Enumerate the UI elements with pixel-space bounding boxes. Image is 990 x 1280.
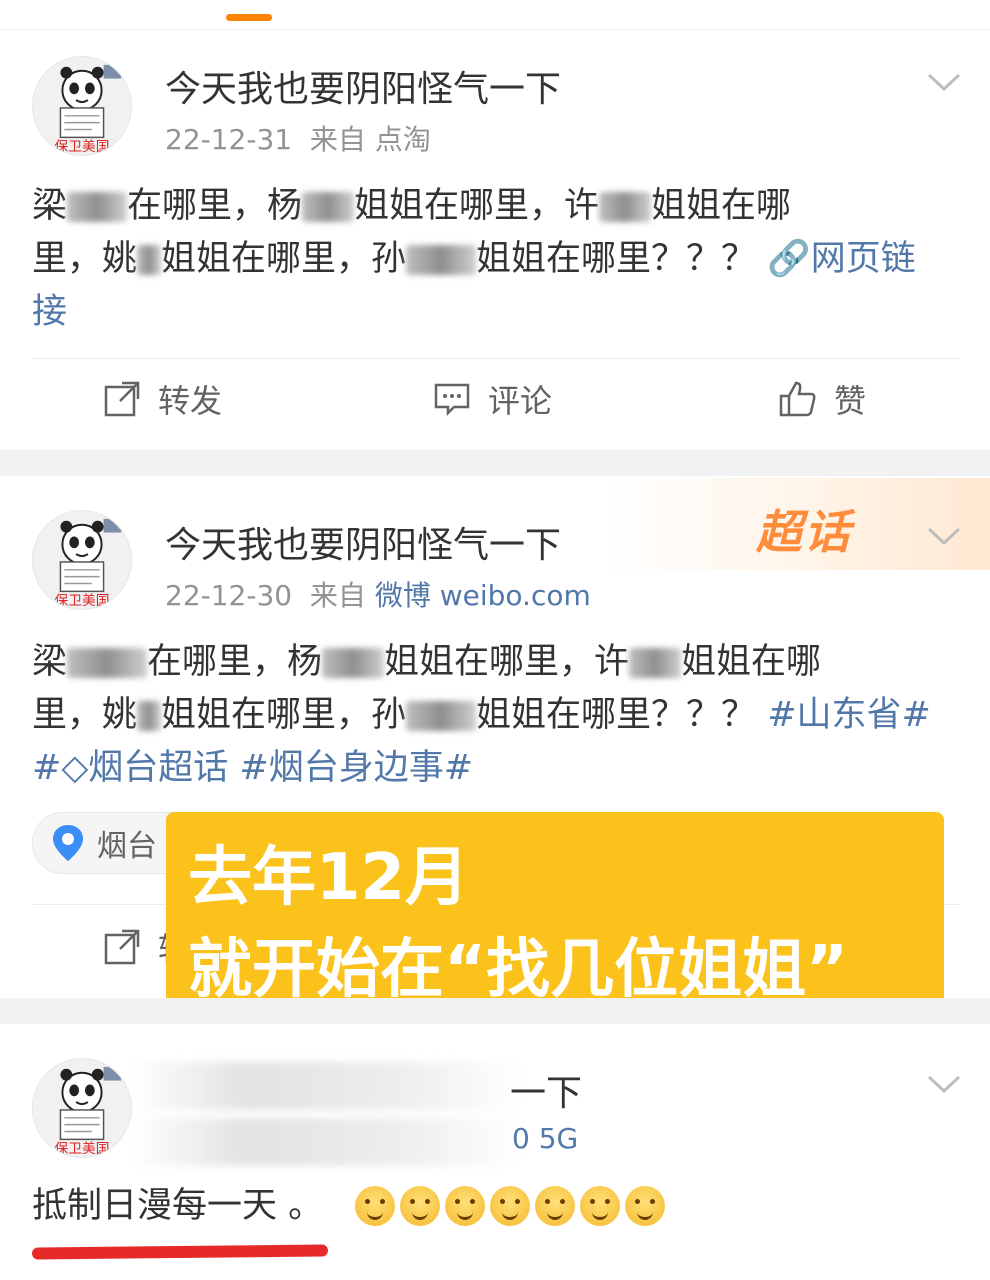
panda-avatar-icon: 保卫美国 <box>33 1059 131 1157</box>
post-source: 点淘 <box>374 123 431 156</box>
body-text: 梁 <box>32 186 68 226</box>
blurred-name <box>599 192 652 222</box>
overlay-caption-line1: 去年12月 <box>188 841 470 915</box>
diamond-icon: ◇ <box>61 748 89 788</box>
body-text: 梁 <box>32 642 68 682</box>
body-text: 姐姐在哪里，孙 <box>161 695 407 735</box>
divider <box>32 358 960 359</box>
blurred-name <box>406 245 477 275</box>
chevron-down-icon[interactable] <box>926 70 962 94</box>
post-source[interactable]: 微博 weibo.com <box>375 579 591 612</box>
thumbs-up-icon <box>779 381 816 417</box>
body-text: 姐姐在哪里，孙 <box>161 239 407 279</box>
surprised-emoji-icon <box>580 1186 620 1226</box>
blurred-name <box>302 192 355 222</box>
body-text: 里，姚 <box>32 239 138 279</box>
repost-button[interactable]: 转发 <box>102 376 222 422</box>
overlay-caption-line2: 就开始在“找几位姐姐” <box>188 933 849 1007</box>
body-text: 姐姐在哪里，许 <box>354 186 600 226</box>
blurred-name <box>67 648 148 678</box>
grin-emoji-icon <box>355 1186 395 1226</box>
grin-emoji-icon <box>445 1186 485 1226</box>
source-prefix: 来自 <box>309 123 366 156</box>
post-meta: 0 5G <box>512 1122 579 1155</box>
body-text: 在哪里，杨 <box>147 642 323 682</box>
location-label: 烟台 <box>97 829 157 864</box>
like-label: 赞 <box>834 382 867 420</box>
emoji-row <box>355 1186 670 1226</box>
body-text: 姐姐在哪里？？？ <box>476 239 757 279</box>
post-body: 梁 在哪里，杨 姐姐在哪里，许 姐姐在哪 里，姚 姐姐在哪里，孙 姐姐在哪里？？？ #山东… <box>32 636 932 795</box>
post-body: 梁在哪里，杨 姐姐在哪里，许 姐姐在哪 里，姚 姐姐在哪里，孙 姐姐在哪里？？？ 🔗网页… <box>32 180 932 339</box>
tab-indicator <box>226 14 272 21</box>
top-bar <box>0 0 990 30</box>
chaohua-hashtag[interactable]: #◇烟台超话 <box>32 748 228 788</box>
redaction-smudge <box>130 1118 520 1166</box>
body-text: 姐姐在哪 <box>681 642 822 682</box>
body-text: 里，姚 <box>32 695 138 735</box>
chaohua-badge[interactable]: 超话 <box>756 496 852 562</box>
comment-button[interactable]: 评论 <box>432 376 552 422</box>
location-pin-icon <box>53 825 83 861</box>
blurred-name <box>137 245 162 275</box>
panda-avatar-icon: 保卫美国 <box>33 57 131 155</box>
username[interactable]: 今天我也要阴阳怪气一下 <box>165 516 561 568</box>
repost-label: 转发 <box>158 382 223 420</box>
post-meta: 22-12-31 来自 点淘 <box>165 118 431 158</box>
expressionless-emoji-icon <box>400 1186 440 1226</box>
blurred-name <box>67 192 128 222</box>
chevron-down-icon[interactable] <box>926 1072 962 1096</box>
action-bar: 转发 评论 赞 <box>0 376 990 436</box>
username[interactable]: 今天我也要阴阳怪气一下 <box>165 60 561 112</box>
share-icon <box>104 929 140 965</box>
card-separator <box>0 450 990 476</box>
surprised-emoji-icon <box>625 1186 665 1226</box>
blurred-name <box>629 648 682 678</box>
body-text: 在哪里，杨 <box>127 186 303 226</box>
hashtag-label: 烟台超话 <box>88 748 229 788</box>
chevron-down-icon[interactable] <box>926 524 962 548</box>
username[interactable]: 一下 <box>510 1064 582 1116</box>
surprised-emoji-icon <box>535 1186 575 1226</box>
post-date: 22-12-30 <box>165 579 293 612</box>
body-text: 姐姐在哪 <box>651 186 792 226</box>
body-text: 姐姐在哪里，许 <box>384 642 630 682</box>
blurred-name <box>322 648 385 678</box>
post-body: 抵制日漫每一天 。 <box>32 1186 324 1226</box>
share-icon <box>104 381 140 417</box>
hashtag[interactable]: #山东省# <box>767 695 931 735</box>
comment-icon <box>434 383 470 417</box>
post-meta: 22-12-30 来自 微博 weibo.com <box>165 574 591 614</box>
hashtag[interactable]: #烟台身边事# <box>239 748 473 788</box>
avatar[interactable]: 保卫美国 <box>32 1058 132 1158</box>
avatar[interactable]: 保卫美国 <box>32 56 132 156</box>
avatar[interactable]: 保卫美国 <box>32 510 132 610</box>
post-date: 22-12-31 <box>165 123 293 156</box>
panda-avatar-icon: 保卫美国 <box>33 511 131 609</box>
blurred-name <box>137 701 162 731</box>
body-text: 姐姐在哪里？？？ <box>476 695 757 735</box>
card-separator <box>0 998 990 1024</box>
grin-emoji-icon <box>490 1186 530 1226</box>
blurred-name <box>406 701 477 731</box>
redaction-smudge <box>130 1062 520 1110</box>
comment-label: 评论 <box>488 382 553 420</box>
source-prefix: 来自 <box>309 579 366 612</box>
like-button[interactable]: 赞 <box>778 376 866 422</box>
